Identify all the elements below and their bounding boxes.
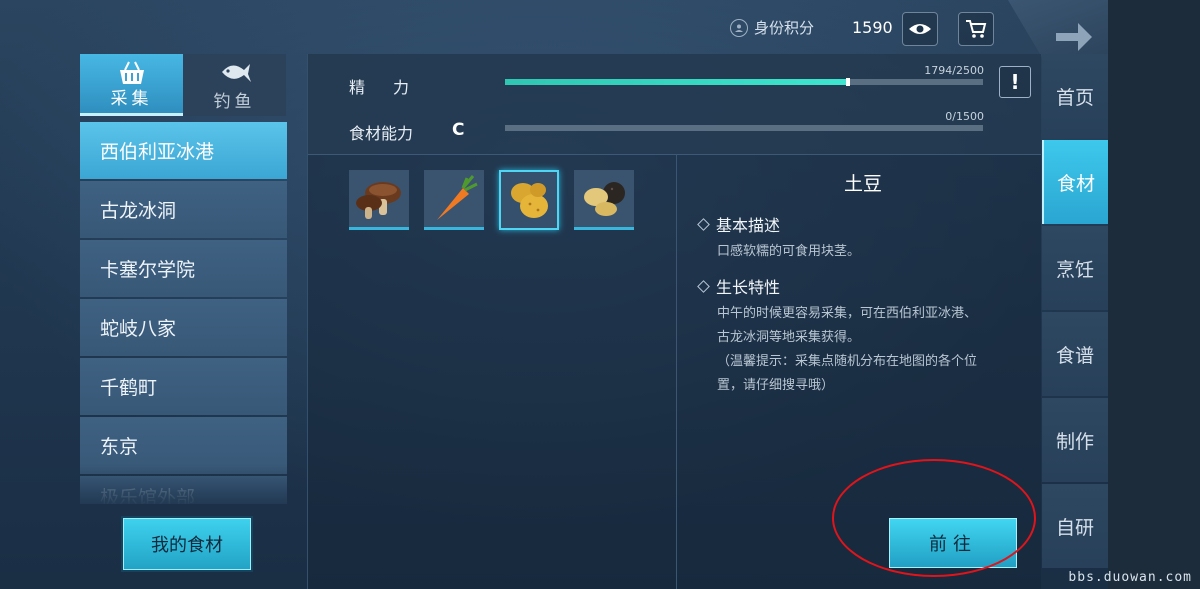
diamond-bullet-icon [697,279,710,293]
top-bar: 身份积分 1590 [300,0,1040,54]
exclamation-icon: ! [1010,70,1020,94]
ability-label: 食材能力 [349,124,414,143]
identity-score-label: 身份积分 [754,19,815,37]
watermark: bbs.duowan.com [1068,570,1192,585]
diamond-bullet-icon [697,217,710,231]
location-item[interactable]: 蛇岐八家 [80,299,287,356]
section-title: 基本描述 [716,216,781,235]
nav-tab-cooking[interactable]: 烹饪 [1042,226,1108,310]
location-label: 蛇岐八家 [100,318,177,340]
location-label: 古龙冰洞 [100,200,177,222]
tab-fishing[interactable]: 钓鱼 [183,54,286,116]
nav-tab-research[interactable]: 自研 [1042,484,1108,568]
info-button[interactable]: ! [999,66,1031,98]
fish-icon [218,60,252,89]
location-item[interactable]: 千鹤町 [80,358,287,415]
location-item[interactable]: 极乐馆外部 [80,476,287,504]
right-nav: 首页 食材 烹饪 食谱 制作 自研 [1042,54,1108,570]
growth-text: 古龙冰洞等地采集获得。 [717,330,861,345]
section-heading: 生长特性 [693,274,1023,298]
eye-icon [909,24,931,34]
stamina-value: 1794/2500 [924,64,984,77]
tip-text: 置，请仔细搜寻哦） [717,378,835,393]
stamina-bar-fill [505,78,850,86]
mushroom-icon [356,181,401,219]
ingredient-detail: 土豆 基本描述 口感软糯的可食用块茎。 生长特性 中午的时候更容易采集，可在西伯… [693,164,1023,398]
carrot-icon [437,174,478,220]
nav-tab-ingredients[interactable]: 食材 [1042,140,1108,224]
go-button[interactable]: 前往 [889,518,1017,568]
location-label: 西伯利亚冰港 [100,141,215,163]
location-label: 千鹤町 [100,377,158,399]
ingredient-grid [349,170,634,230]
ingredient-slot[interactable] [574,170,634,230]
my-ingredients-button[interactable]: 我的食材 [123,518,251,570]
right-edge [1108,0,1200,589]
ingredient-slot[interactable] [349,170,409,230]
ability-bar [505,125,983,131]
truffle-icon [584,181,625,216]
mode-tabs: 采集 钓鱼 [80,54,287,116]
basket-icon [117,60,147,91]
identity-score: 身份积分 [730,17,814,38]
growth-text: 中午的时候更容易采集，可在西伯利亚冰港、 [717,306,978,321]
ingredient-slot-selected[interactable] [499,170,559,230]
location-label: 东京 [100,436,139,458]
ingredient-title: 土豆 [843,173,882,195]
tab-fishing-label: 钓鱼 [213,92,256,112]
identity-badge-icon [730,18,748,37]
eye-button[interactable] [902,12,938,46]
location-list: 西伯利亚冰港 古龙冰洞 卡塞尔学院 蛇岐八家 千鹤町 东京 极乐馆外部 [80,122,287,504]
location-label: 极乐馆外部 [100,486,196,505]
tab-gather[interactable]: 采集 [80,54,183,116]
ingredient-slot[interactable] [424,170,484,230]
location-item[interactable]: 卡塞尔学院 [80,240,287,297]
arrow-right-icon [1056,23,1092,51]
location-item[interactable]: 西伯利亚冰港 [80,122,287,179]
section-heading: 基本描述 [693,212,1023,236]
description-text: 口感软糯的可食用块茎。 [717,244,861,259]
ability-grade: C [452,120,465,140]
nav-tab-home[interactable]: 首页 [1042,54,1108,138]
stamina-label: 精力 [349,78,438,97]
cart-icon [966,20,987,38]
section-body: 中午的时候更容易采集，可在西伯利亚冰港、 古龙冰洞等地采集获得。 （温馨提示：采… [693,302,1023,398]
nav-tab-recipes[interactable]: 食谱 [1042,312,1108,396]
left-panel: 采集 钓鱼 西伯利亚冰港 古龙冰洞 卡塞尔学院 蛇岐八家 千鹤町 东京 极乐馆外… [80,54,287,504]
ability-value: 0/1500 [945,110,984,123]
shop-button[interactable] [958,12,994,46]
tip-text: （温馨提示：采集点随机分布在地图的各个位 [717,354,978,369]
detail-divider [676,154,677,589]
main-panel: 精力 1794/2500 食材能力 C 0/1500 ! 土豆 基本描述 口感软… [307,54,1041,589]
location-item[interactable]: 古龙冰洞 [80,181,287,238]
identity-score-value: 1590 [852,18,893,37]
location-item[interactable]: 东京 [80,417,287,474]
stamina-bar [505,78,983,86]
location-label: 卡塞尔学院 [100,259,196,281]
stats-panel: 精力 1794/2500 食材能力 C 0/1500 ! [308,54,1041,155]
potato-icon [511,183,548,218]
section-title: 生长特性 [716,278,781,297]
nav-tab-crafting[interactable]: 制作 [1042,398,1108,482]
section-body: 口感软糯的可食用块茎。 [693,240,1023,264]
